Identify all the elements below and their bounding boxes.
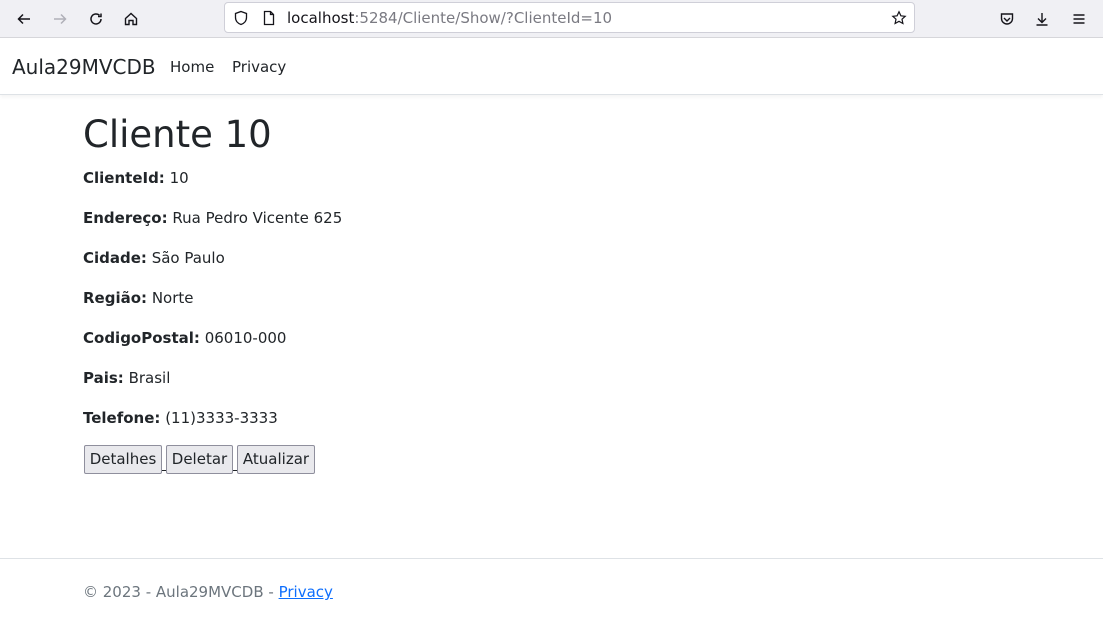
field-cidade: Cidade: São Paulo bbox=[83, 248, 225, 268]
field-label: Endereço: bbox=[83, 209, 168, 227]
arrow-right-icon bbox=[54, 13, 67, 25]
field-label: Telefone: bbox=[83, 409, 161, 427]
arrow-left-icon bbox=[17, 13, 30, 25]
field-pais: Pais: Brasil bbox=[83, 368, 170, 388]
field-label: Cidade: bbox=[83, 249, 147, 267]
atualizar-button[interactable]: Atualizar bbox=[237, 445, 315, 474]
footer-copyright: © 2023 - Aula29MVCDB - bbox=[83, 583, 279, 601]
pocket-icon bbox=[1000, 13, 1014, 25]
field-label: Pais: bbox=[83, 369, 124, 387]
field-value: 10 bbox=[169, 169, 189, 187]
home-button[interactable] bbox=[117, 5, 145, 33]
field-label: CodigoPostal: bbox=[83, 329, 200, 347]
field-regiao: Região: Norte bbox=[83, 288, 194, 308]
menu-button[interactable] bbox=[1065, 5, 1093, 33]
url-path: :5284/Cliente/Show/?ClienteId=10 bbox=[354, 9, 613, 27]
footer: © 2023 - Aula29MVCDB - Privacy bbox=[0, 558, 1103, 620]
address-bar[interactable]: localhost:5284/Cliente/Show/?ClienteId=1… bbox=[224, 2, 915, 33]
star-icon[interactable] bbox=[891, 10, 907, 26]
url-text[interactable]: localhost:5284/Cliente/Show/?ClienteId=1… bbox=[287, 9, 612, 27]
field-cliente-id: ClienteId: 10 bbox=[83, 168, 189, 188]
back-button[interactable] bbox=[10, 5, 38, 33]
page-icon[interactable] bbox=[261, 10, 277, 26]
footer-privacy-link[interactable]: Privacy bbox=[279, 583, 333, 601]
download-icon bbox=[1036, 13, 1048, 26]
field-codigo-postal: CodigoPostal: 06010-000 bbox=[83, 328, 286, 348]
detalhes-button[interactable]: Detalhes bbox=[84, 445, 162, 474]
home-icon bbox=[124, 12, 138, 26]
browser-toolbar: localhost:5284/Cliente/Show/?ClienteId=1… bbox=[0, 0, 1103, 38]
deletar-button[interactable]: Deletar bbox=[166, 445, 233, 474]
navbar-brand[interactable]: Aula29MVCDB bbox=[12, 55, 156, 79]
app-navbar: Aula29MVCDB Home Privacy bbox=[0, 38, 1103, 95]
field-value: São Paulo bbox=[151, 249, 225, 267]
url-host: localhost bbox=[287, 9, 355, 27]
reload-button[interactable] bbox=[82, 5, 110, 33]
field-value: Brasil bbox=[128, 369, 171, 387]
footer-text: © 2023 - Aula29MVCDB - Privacy bbox=[83, 582, 333, 602]
field-endereco: Endereço: Rua Pedro Vicente 625 bbox=[83, 208, 342, 228]
field-value: 06010-000 bbox=[204, 329, 287, 347]
forward-button[interactable] bbox=[46, 5, 74, 33]
page-title: Cliente 10 bbox=[83, 113, 272, 156]
field-value: Norte bbox=[151, 289, 194, 307]
field-value: (11)3333-3333 bbox=[165, 409, 278, 427]
nav-link-privacy[interactable]: Privacy bbox=[232, 58, 286, 76]
shield-icon[interactable] bbox=[233, 10, 249, 26]
field-label: Região: bbox=[83, 289, 148, 307]
field-value: Rua Pedro Vicente 625 bbox=[172, 209, 343, 227]
nav-link-home[interactable]: Home bbox=[170, 58, 214, 76]
reload-icon bbox=[90, 13, 102, 25]
field-telefone: Telefone: (11)3333-3333 bbox=[83, 408, 278, 428]
hamburger-menu-icon bbox=[1073, 14, 1085, 24]
pocket-button[interactable] bbox=[993, 5, 1021, 33]
downloads-button[interactable] bbox=[1028, 5, 1056, 33]
field-label: ClienteId: bbox=[83, 169, 165, 187]
